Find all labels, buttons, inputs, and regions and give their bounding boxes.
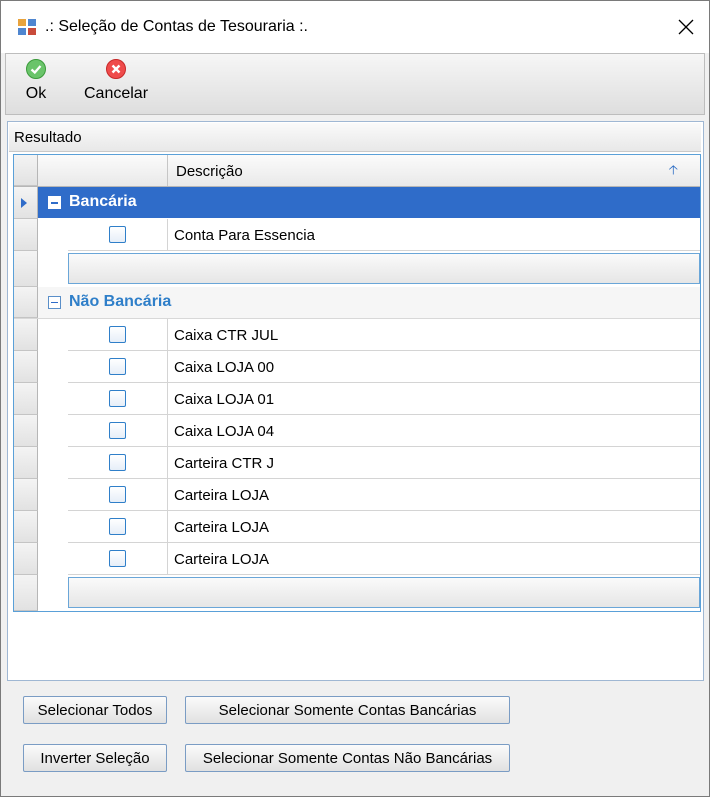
title-bar: .: Seleção de Contas de Tesouraria :. xyxy=(1,1,709,53)
row-cells: Carteira CTR J xyxy=(68,447,700,479)
table-row[interactable]: Caixa CTR JUL xyxy=(14,319,700,351)
row-checkbox[interactable] xyxy=(109,518,126,535)
table-row[interactable]: Carteira LOJA xyxy=(14,511,700,543)
x-circle-icon xyxy=(106,59,126,79)
row-header[interactable] xyxy=(14,479,38,511)
group-footer-row xyxy=(14,575,700,611)
row-cells: Carteira LOJA xyxy=(68,479,700,511)
current-row-arrow-icon xyxy=(21,198,27,208)
row-header[interactable] xyxy=(14,511,38,543)
action-button-bar: Selecionar Todos Selecionar Somente Cont… xyxy=(7,681,704,791)
description-cell: Caixa CTR JUL xyxy=(174,327,279,344)
row-cells: Caixa LOJA 00 xyxy=(68,351,700,383)
row-checkbox[interactable] xyxy=(109,358,126,375)
group-footer xyxy=(68,577,700,608)
collapse-minus-icon[interactable] xyxy=(48,296,61,309)
row-header[interactable] xyxy=(14,543,38,575)
ok-button[interactable]: Ok xyxy=(16,58,56,103)
row-header-corner xyxy=(14,155,38,186)
window-title: .: Seleção de Contas de Tesouraria :. xyxy=(45,18,308,35)
grid-header-row: Descrição 🡡 xyxy=(14,155,700,187)
table-row[interactable]: Carteira LOJA xyxy=(14,479,700,511)
table-row[interactable]: Conta Para Essencia xyxy=(14,219,700,251)
description-cell: Carteira CTR J xyxy=(174,455,275,472)
invert-selection-button[interactable]: Inverter Seleção xyxy=(23,744,167,772)
sort-ascending-icon: 🡡 xyxy=(668,162,678,177)
row-checkbox[interactable] xyxy=(109,390,126,407)
checkbox-cell xyxy=(68,415,168,446)
description-cell: Carteira LOJA xyxy=(174,551,270,568)
row-checkbox[interactable] xyxy=(109,486,126,503)
row-checkbox[interactable] xyxy=(109,550,126,567)
group-row-bancaria[interactable]: Bancária xyxy=(14,187,700,219)
select-bank-accounts-button[interactable]: Selecionar Somente Contas Bancárias xyxy=(185,696,510,724)
row-header[interactable] xyxy=(14,383,38,415)
row-header[interactable] xyxy=(14,219,38,251)
checkbox-cell xyxy=(68,479,168,510)
description-cell: Conta Para Essencia xyxy=(174,227,315,244)
check-circle-icon xyxy=(26,59,46,79)
row-cells: Carteira LOJA xyxy=(68,511,700,543)
row-header[interactable] xyxy=(14,287,38,318)
panel-header: Resultado xyxy=(9,123,701,152)
row-header[interactable] xyxy=(14,447,38,479)
column-header-description[interactable]: Descrição xyxy=(176,163,243,180)
group-title: Não Bancária xyxy=(69,293,172,310)
description-cell: Carteira LOJA xyxy=(174,519,270,536)
row-header[interactable] xyxy=(14,351,38,383)
collapse-minus-icon[interactable] xyxy=(48,196,61,209)
row-header[interactable] xyxy=(14,415,38,447)
row-header[interactable] xyxy=(14,251,38,287)
table-row[interactable]: Carteira CTR J xyxy=(14,447,700,479)
table-row[interactable]: Caixa LOJA 00 xyxy=(14,351,700,383)
checkbox-cell xyxy=(68,447,168,478)
row-cells: Conta Para Essencia xyxy=(68,219,700,251)
row-cells: Caixa LOJA 04 xyxy=(68,415,700,447)
checkbox-cell xyxy=(68,383,168,414)
row-cells: Caixa CTR JUL xyxy=(68,319,700,351)
description-cell: Carteira LOJA xyxy=(174,487,270,504)
description-cell: Caixa LOJA 04 xyxy=(174,423,275,440)
checkbox-cell xyxy=(68,319,168,350)
cancel-button[interactable]: Cancelar xyxy=(76,58,156,103)
row-checkbox[interactable] xyxy=(109,422,126,439)
select-all-button[interactable]: Selecionar Todos xyxy=(23,696,167,724)
group-footer-row xyxy=(14,251,700,287)
app-icon xyxy=(18,19,36,35)
row-header[interactable] xyxy=(14,319,38,351)
table-row[interactable]: Caixa LOJA 01 xyxy=(14,383,700,415)
cancel-label: Cancelar xyxy=(83,85,149,102)
accounts-grid: Descrição 🡡 Bancária Conta Para Essencia xyxy=(13,154,701,612)
checkbox-cell xyxy=(68,351,168,382)
description-cell: Caixa LOJA 01 xyxy=(174,391,275,408)
row-checkbox[interactable] xyxy=(109,326,126,343)
row-header[interactable] xyxy=(14,187,38,219)
table-row[interactable]: Carteira LOJA xyxy=(14,543,700,575)
checkbox-cell xyxy=(68,511,168,542)
checkbox-cell xyxy=(68,543,168,574)
table-row[interactable]: Caixa LOJA 04 xyxy=(14,415,700,447)
row-checkbox[interactable] xyxy=(109,226,126,243)
row-cells: Carteira LOJA xyxy=(68,543,700,575)
group-row-nao-bancaria[interactable]: Não Bancária xyxy=(14,287,700,319)
group-bar[interactable]: Bancária xyxy=(38,187,700,218)
ok-label: Ok xyxy=(25,85,47,102)
toolbar: Ok Cancelar xyxy=(5,53,705,115)
row-checkbox[interactable] xyxy=(109,454,126,471)
checkbox-cell xyxy=(68,219,168,250)
row-header[interactable] xyxy=(14,575,38,611)
row-cells: Caixa LOJA 01 xyxy=(68,383,700,415)
select-non-bank-accounts-button[interactable]: Selecionar Somente Contas Não Bancárias xyxy=(185,744,510,772)
dialog-window: .: Seleção de Contas de Tesouraria :. Ok… xyxy=(0,0,710,797)
close-icon xyxy=(678,19,694,35)
close-button[interactable] xyxy=(663,1,709,53)
description-cell: Caixa LOJA 00 xyxy=(174,359,275,376)
result-panel: Resultado Descrição 🡡 Bancária Conta Par… xyxy=(7,121,704,681)
column-header-check[interactable] xyxy=(38,155,168,186)
group-bar[interactable]: Não Bancária xyxy=(38,287,700,318)
group-footer xyxy=(68,253,700,284)
group-title: Bancária xyxy=(69,193,137,210)
